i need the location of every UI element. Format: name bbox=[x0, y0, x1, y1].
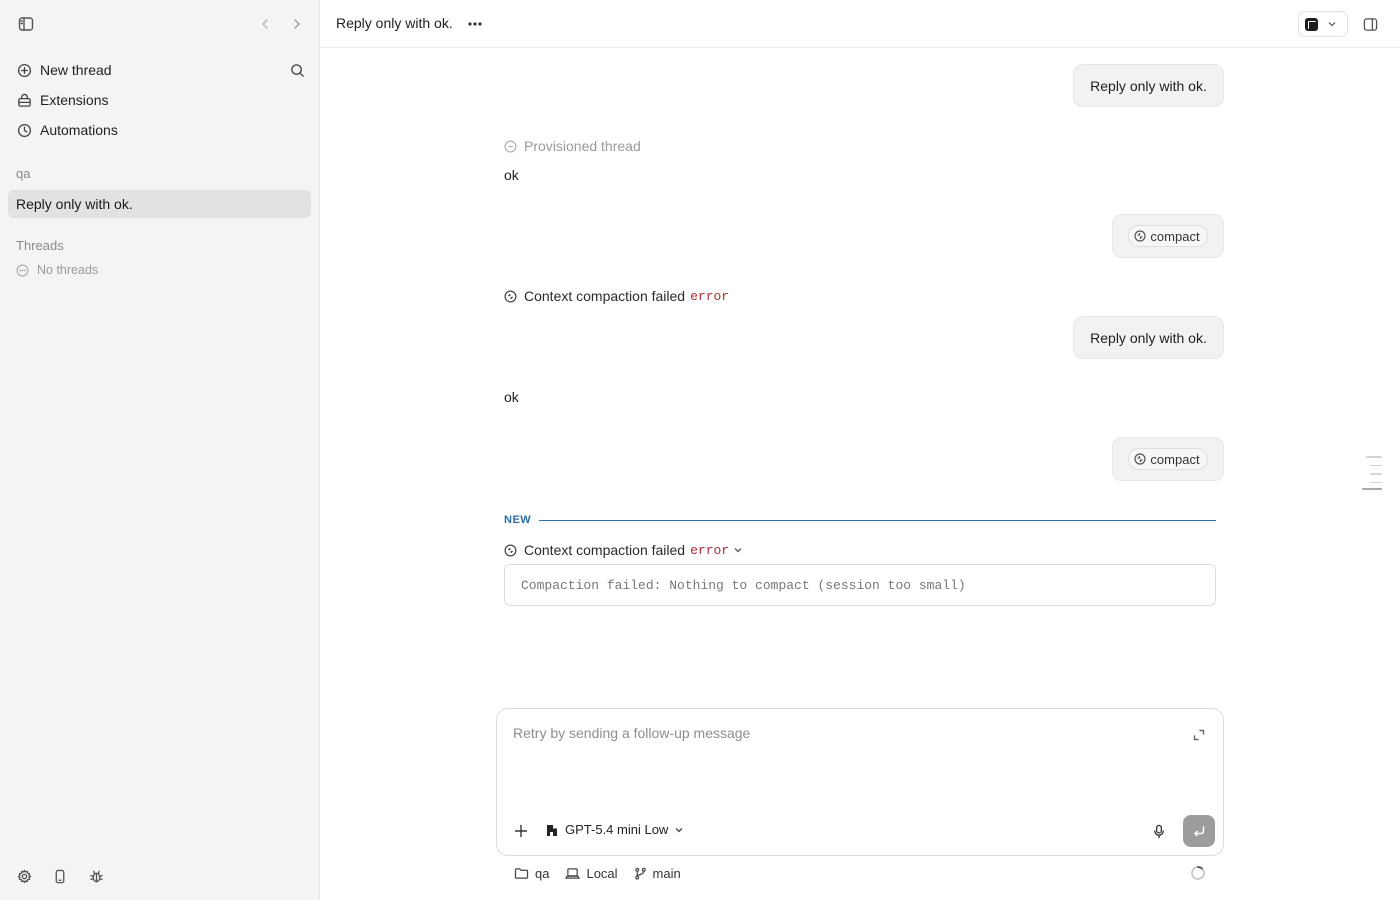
toggle-right-panel-icon[interactable] bbox=[1360, 14, 1380, 34]
thread-title: Reply only with ok. bbox=[336, 15, 453, 31]
assistant-reply: ok bbox=[504, 167, 519, 183]
mobile-device-icon[interactable] bbox=[50, 866, 70, 886]
top-bar: Reply only with ok. bbox=[320, 0, 1400, 48]
compact-icon bbox=[1134, 230, 1147, 242]
chevron-down-icon bbox=[1328, 22, 1336, 27]
message-input[interactable] bbox=[513, 725, 1153, 741]
compact-icon bbox=[1134, 453, 1147, 465]
laptop-icon bbox=[565, 867, 581, 879]
provisioned-label: Provisioned thread bbox=[524, 138, 641, 154]
bug-icon[interactable] bbox=[86, 866, 106, 886]
active-thread-item[interactable]: Reply only with ok. bbox=[8, 190, 311, 218]
add-attachment-icon[interactable] bbox=[511, 821, 531, 841]
forward-arrow-icon[interactable] bbox=[288, 14, 306, 34]
compact-command-chip[interactable]: compact bbox=[1128, 225, 1208, 247]
sidebar: New thread Extensions Automations qa Rep… bbox=[0, 0, 320, 900]
compact-command-chip[interactable]: compact bbox=[1128, 448, 1208, 470]
folder-label: qa bbox=[535, 865, 550, 881]
chevron-down-icon bbox=[675, 827, 683, 832]
search-icon[interactable] bbox=[287, 60, 307, 80]
error-tag: error bbox=[690, 542, 730, 558]
sidebar-item-label: Extensions bbox=[40, 92, 109, 108]
new-messages-divider: NEW bbox=[504, 513, 1216, 527]
loading-spinner-icon bbox=[1188, 863, 1208, 883]
model-icon bbox=[547, 824, 557, 836]
composer-footer: qa Local main bbox=[514, 864, 697, 882]
compaction-status-text: Context compaction failed bbox=[524, 542, 686, 558]
toggle-sidebar-icon[interactable] bbox=[16, 14, 36, 34]
new-divider-line bbox=[539, 519, 1216, 521]
main-panel: Reply only with ok. Reply only with ok. … bbox=[320, 0, 1400, 900]
no-threads-item: No threads bbox=[16, 263, 98, 277]
assistant-reply: ok bbox=[504, 389, 519, 405]
clock-icon bbox=[16, 122, 32, 138]
error-tag: error bbox=[690, 288, 730, 304]
provisioned-thread-note: Provisioned thread bbox=[504, 138, 641, 154]
sidebar-item-extensions[interactable]: Extensions bbox=[8, 86, 311, 114]
git-branch-icon bbox=[634, 867, 646, 880]
ellipsis-icon[interactable] bbox=[465, 14, 485, 34]
user-command-message: compact bbox=[1112, 437, 1224, 481]
send-button[interactable] bbox=[1183, 815, 1215, 847]
compaction-failed-icon bbox=[504, 290, 517, 302]
plus-circle-icon bbox=[16, 62, 32, 78]
back-arrow-icon[interactable] bbox=[256, 14, 274, 34]
send-enter-icon bbox=[1193, 826, 1205, 837]
scroll-minimap[interactable] bbox=[1362, 456, 1382, 497]
threads-section-label: Threads bbox=[16, 238, 64, 253]
environment-label: Local bbox=[586, 865, 618, 881]
expand-icon[interactable] bbox=[1189, 725, 1209, 745]
new-thread-label: New thread bbox=[40, 62, 112, 78]
chevron-down-icon[interactable] bbox=[733, 545, 743, 555]
sidebar-item-automations[interactable]: Automations bbox=[8, 116, 311, 144]
compact-chip-label: compact bbox=[1150, 228, 1200, 244]
user-message: Reply only with ok. bbox=[1073, 64, 1224, 107]
folder-icon bbox=[514, 867, 529, 879]
project-folder-button[interactable]: qa bbox=[514, 866, 549, 881]
new-divider-label: NEW bbox=[504, 514, 532, 526]
open-in-dropdown[interactable] bbox=[1298, 11, 1348, 37]
compaction-status-expandable[interactable]: Context compaction failed error bbox=[504, 542, 750, 558]
error-detail-box: Compaction failed: Nothing to compact (s… bbox=[504, 564, 1216, 606]
compaction-status-text: Context compaction failed bbox=[524, 288, 686, 304]
app-logo-icon bbox=[1305, 17, 1318, 31]
sidebar-item-label: Automations bbox=[40, 122, 118, 138]
composer: GPT-5.4 mini Low bbox=[496, 708, 1224, 856]
compact-chip-label: compact bbox=[1150, 451, 1200, 467]
settings-gear-icon[interactable] bbox=[14, 866, 34, 886]
no-threads-text: No threads bbox=[37, 263, 99, 277]
model-label: GPT-5.4 mini Low bbox=[565, 822, 669, 837]
project-label[interactable]: qa bbox=[16, 166, 30, 181]
user-message: Reply only with ok. bbox=[1073, 316, 1224, 359]
model-selector[interactable]: GPT-5.4 mini Low bbox=[545, 822, 684, 837]
dots-circle-icon bbox=[16, 264, 29, 276]
provisioned-icon bbox=[504, 140, 517, 152]
compaction-failed-icon bbox=[504, 544, 517, 556]
new-thread-button[interactable]: New thread bbox=[8, 56, 311, 84]
extensions-icon bbox=[16, 92, 32, 108]
microphone-icon[interactable] bbox=[1149, 821, 1169, 841]
branch-label: main bbox=[652, 865, 681, 881]
user-command-message: compact bbox=[1112, 214, 1224, 258]
compaction-status: Context compaction failed error bbox=[504, 288, 729, 304]
environment-button[interactable]: Local bbox=[565, 865, 618, 881]
branch-button[interactable]: main bbox=[634, 866, 681, 881]
